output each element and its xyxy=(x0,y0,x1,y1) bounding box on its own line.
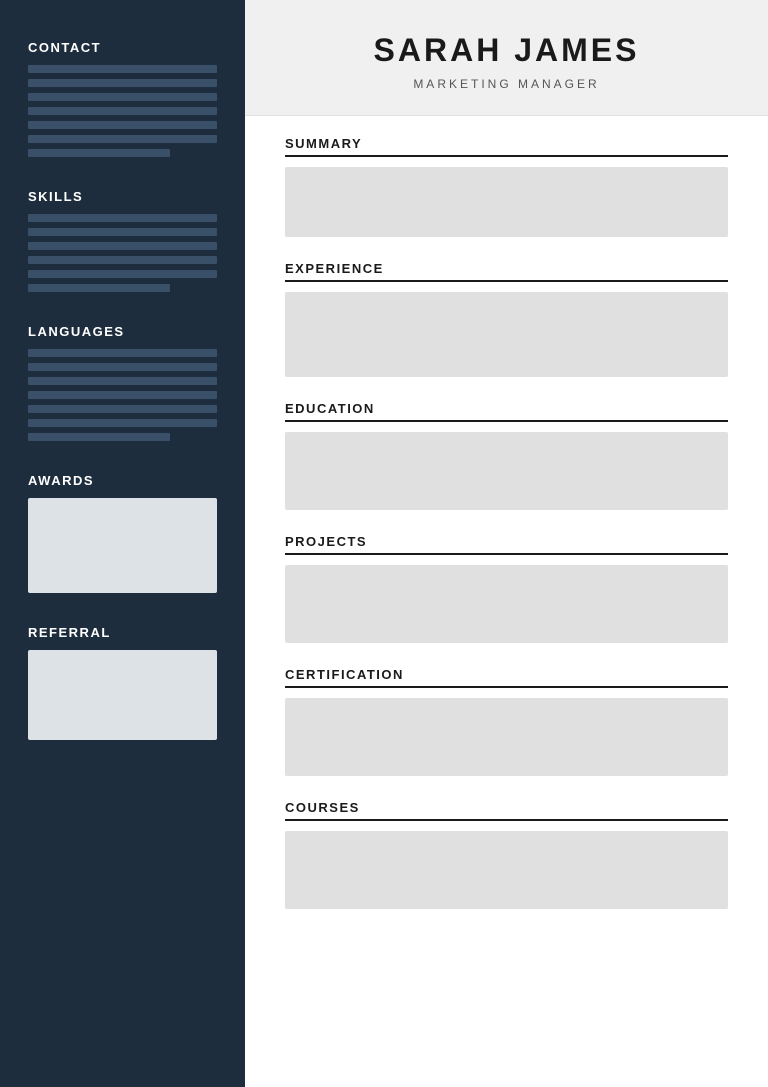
certification-content-box xyxy=(285,698,728,776)
projects-content-box xyxy=(285,565,728,643)
sidebar-section-languages: LANGUAGES xyxy=(28,324,217,441)
languages-line-7 xyxy=(28,433,170,441)
contact-line-5 xyxy=(28,121,217,129)
section-experience: EXPERIENCE xyxy=(285,261,728,377)
section-projects: PROJECTS xyxy=(285,534,728,643)
languages-line-6 xyxy=(28,419,217,427)
section-courses: COURSES xyxy=(285,800,728,909)
languages-line-1 xyxy=(28,349,217,357)
contact-placeholder-lines xyxy=(28,65,217,157)
sidebar: CONTACT SKILLS LANGUAGES xyxy=(0,0,245,1087)
sidebar-skills-title: SKILLS xyxy=(28,189,217,204)
skills-line-1 xyxy=(28,214,217,222)
contact-line-3 xyxy=(28,93,217,101)
sidebar-section-awards: AWARDS xyxy=(28,473,217,593)
education-title: EDUCATION xyxy=(285,401,728,422)
sidebar-section-skills: SKILLS xyxy=(28,189,217,292)
languages-line-5 xyxy=(28,405,217,413)
summary-content-box xyxy=(285,167,728,237)
education-content-box xyxy=(285,432,728,510)
content-area: SUMMARY EXPERIENCE EDUCATION PROJECTS CE… xyxy=(245,116,768,1087)
summary-title: SUMMARY xyxy=(285,136,728,157)
contact-line-2 xyxy=(28,79,217,87)
main-content: SARAH JAMES MARKETING MANAGER SUMMARY EX… xyxy=(245,0,768,1087)
contact-line-1 xyxy=(28,65,217,73)
projects-title: PROJECTS xyxy=(285,534,728,555)
certification-title: CERTIFICATION xyxy=(285,667,728,688)
contact-line-4 xyxy=(28,107,217,115)
skills-line-3 xyxy=(28,242,217,250)
skills-line-4 xyxy=(28,256,217,264)
sidebar-section-referral: REFERRAL xyxy=(28,625,217,740)
experience-title: EXPERIENCE xyxy=(285,261,728,282)
experience-content-box xyxy=(285,292,728,377)
courses-content-box xyxy=(285,831,728,909)
courses-title: COURSES xyxy=(285,800,728,821)
sidebar-awards-title: AWARDS xyxy=(28,473,217,488)
awards-placeholder-box xyxy=(28,498,217,593)
section-certification: CERTIFICATION xyxy=(285,667,728,776)
section-summary: SUMMARY xyxy=(285,136,728,237)
languages-line-3 xyxy=(28,377,217,385)
contact-line-7 xyxy=(28,149,170,157)
languages-line-2 xyxy=(28,363,217,371)
sidebar-languages-title: LANGUAGES xyxy=(28,324,217,339)
section-education: EDUCATION xyxy=(285,401,728,510)
header: SARAH JAMES MARKETING MANAGER xyxy=(245,0,768,116)
sidebar-section-contact: CONTACT xyxy=(28,40,217,157)
header-name: SARAH JAMES xyxy=(285,32,728,69)
languages-placeholder-lines xyxy=(28,349,217,441)
skills-line-2 xyxy=(28,228,217,236)
sidebar-contact-title: CONTACT xyxy=(28,40,217,55)
sidebar-referral-title: REFERRAL xyxy=(28,625,217,640)
skills-line-5 xyxy=(28,270,217,278)
languages-line-4 xyxy=(28,391,217,399)
contact-line-6 xyxy=(28,135,217,143)
header-title: MARKETING MANAGER xyxy=(285,77,728,91)
referral-placeholder-box xyxy=(28,650,217,740)
skills-line-6 xyxy=(28,284,170,292)
skills-placeholder-lines xyxy=(28,214,217,292)
